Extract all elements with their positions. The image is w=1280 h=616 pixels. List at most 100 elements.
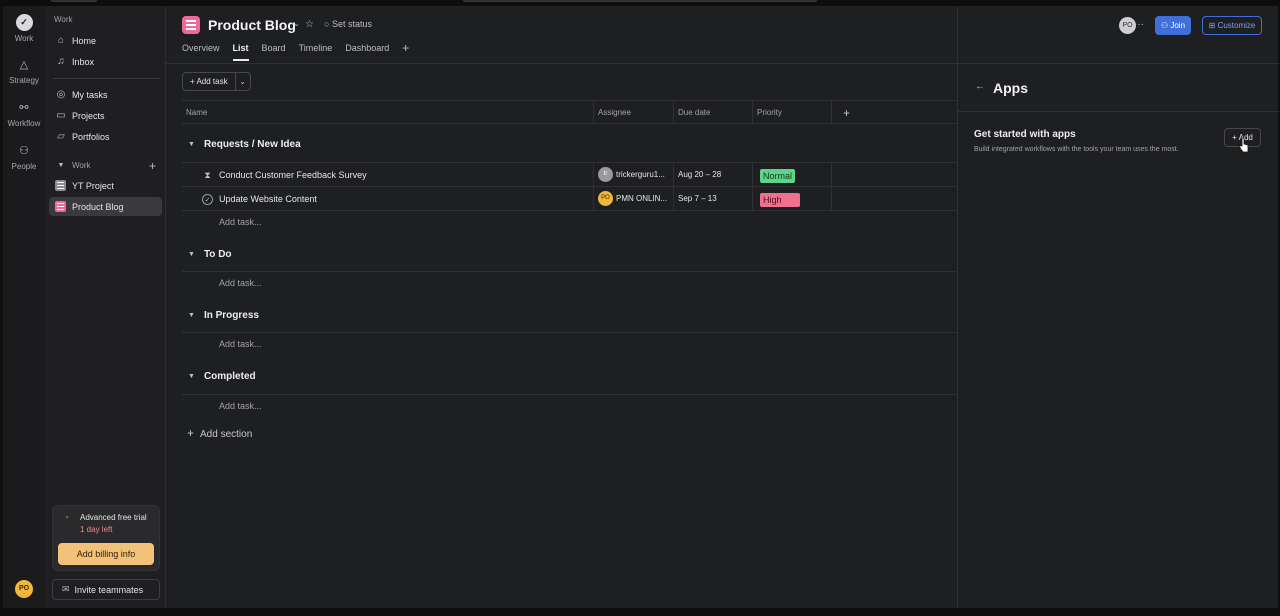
section-header[interactable]: ▼ Requests / New Idea [182, 139, 301, 150]
cell-divider [673, 187, 674, 211]
home-icon: ⌂ [57, 35, 65, 46]
add-task-button[interactable]: + Add task [183, 73, 236, 90]
table-row[interactable]: ✓ Update Website Content PO PMN ONLIN... … [182, 187, 957, 211]
customize-button[interactable]: ⊞ Customize [1202, 16, 1262, 35]
check-circle-icon[interactable]: ✓ [202, 194, 213, 205]
rail-item-people[interactable]: ⚇ People [3, 143, 45, 171]
apps-description: Build integrated workflows with the tool… [974, 146, 1179, 153]
caret-down-icon: ▼ [57, 162, 65, 169]
tab-timeline[interactable]: Timeline [299, 43, 333, 59]
rail-item-strategy[interactable]: △ Strategy [3, 57, 45, 85]
invite-teammates-button[interactable]: ✉ Invite teammates [52, 579, 160, 600]
add-task-inline[interactable]: Add task... [219, 401, 262, 411]
sidebar-item-portfolios[interactable]: ▱ Portfolios [49, 127, 162, 146]
add-task-dropdown[interactable]: ⌄ [236, 73, 250, 90]
project-header: Product Blog ⌄ ☆ ○ Set status Overview L… [166, 6, 957, 64]
status-circle-icon: ○ [324, 19, 330, 29]
add-section-button[interactable]: + Add section [187, 426, 252, 440]
section-header[interactable]: ▼ Completed [182, 371, 256, 382]
rail-item-workflow[interactable]: ⚯ Workflow [3, 100, 45, 128]
cell-divider [673, 163, 674, 187]
task-priority[interactable]: Normal [760, 163, 796, 187]
add-task-label: Add task [196, 77, 228, 86]
avatar[interactable]: PO [15, 580, 33, 598]
task-assignee[interactable]: tr trickerguru1... [598, 163, 665, 187]
join-button[interactable]: ⚇ Join [1155, 16, 1191, 35]
folder-icon: ▱ [57, 131, 65, 142]
sidebar-item-product-blog[interactable]: Product Blog [49, 197, 162, 216]
add-task-group: + Add task ⌄ [182, 72, 251, 91]
window-tab[interactable] [50, 0, 98, 2]
rail-label: Work [14, 34, 34, 43]
trial-title: Advanced free trial [80, 513, 147, 522]
clock-icon: ◔ [64, 513, 69, 522]
caret-down-icon: ▼ [188, 251, 195, 258]
caret-down-icon: ▼ [188, 312, 195, 319]
tab-overview[interactable]: Overview [182, 43, 220, 59]
sidebar-item-label: Portfolios [72, 131, 110, 142]
column-due-date[interactable]: Due date [673, 100, 752, 124]
grid-icon: ⊞ [1208, 21, 1218, 30]
cell-divider [593, 163, 594, 187]
check-circle-icon: ✓ [15, 14, 33, 31]
view-tabs: Overview List Board Timeline Dashboard + [182, 42, 409, 61]
sidebar-item-label: Home [72, 35, 97, 46]
tab-list[interactable]: List [232, 43, 249, 61]
caret-down-icon: ▼ [188, 141, 195, 148]
sidebar-item-projects[interactable]: ▭ Projects [49, 106, 162, 125]
add-column-button[interactable]: + [831, 100, 957, 124]
set-status-button[interactable]: ○ Set status [324, 19, 372, 29]
add-billing-button[interactable]: Add billing info [58, 543, 154, 565]
section-title: Completed [203, 371, 256, 382]
add-task-inline[interactable]: Add task... [219, 278, 262, 288]
more-icon[interactable]: ··· [1134, 17, 1149, 34]
cell-divider [593, 187, 594, 211]
rail-item-work[interactable]: ✓ Work [3, 14, 45, 43]
sidebar-item-my-tasks[interactable]: ◎ My tasks [49, 85, 162, 104]
column-name[interactable]: Name [182, 100, 593, 124]
page-title[interactable]: Product Blog [208, 17, 296, 33]
triangle-icon: △ [19, 59, 29, 71]
sidebar-team-header[interactable]: ▼ Work + [49, 156, 162, 175]
hand-cursor-icon [1239, 137, 1249, 153]
task-due-date[interactable]: Aug 20 – 28 [678, 163, 721, 187]
task-due-date[interactable]: Sep 7 – 13 [678, 187, 717, 211]
rail-label: Strategy [9, 76, 39, 85]
sidebar-item-yt-project[interactable]: YT Project [49, 176, 162, 195]
add-task-inline[interactable]: Add task... [219, 339, 262, 349]
cell-divider [831, 187, 832, 211]
column-assignee[interactable]: Assignee [593, 100, 673, 124]
avatar: tr [598, 167, 613, 183]
section-header[interactable]: ▼ To Do [182, 249, 232, 260]
task-priority[interactable]: High [760, 187, 800, 211]
address-bar[interactable] [462, 0, 818, 2]
sidebar-item-inbox[interactable]: ♫ Inbox [49, 52, 162, 71]
section-divider [182, 394, 957, 395]
tab-board[interactable]: Board [262, 43, 286, 59]
sidebar-item-label: YT Project [72, 180, 114, 191]
join-label: Join [1170, 21, 1186, 30]
add-project-icon[interactable]: + [149, 159, 156, 173]
tab-dashboard[interactable]: Dashboard [345, 43, 389, 59]
column-priority[interactable]: Priority [752, 100, 831, 124]
back-arrow-icon[interactable]: ← [975, 81, 985, 92]
hourglass-icon: ⧗ [204, 170, 211, 180]
bell-icon: ♫ [57, 56, 65, 67]
sidebar-item-label: Product Blog [72, 201, 124, 212]
apps-title: Apps [993, 80, 1028, 96]
chevron-down-icon[interactable]: ⌄ [293, 19, 300, 28]
task-name[interactable]: Conduct Customer Feedback Survey [219, 163, 367, 187]
task-name[interactable]: Update Website Content [219, 187, 317, 211]
add-task-inline[interactable]: Add task... [219, 217, 262, 227]
section-header[interactable]: ▼ In Progress [182, 310, 259, 321]
add-tab-icon[interactable]: + [402, 42, 409, 59]
table-row[interactable]: ⧗ Conduct Customer Feedback Survey tr tri… [182, 163, 957, 187]
sidebar-item-label: My tasks [72, 89, 108, 100]
task-assignee[interactable]: PO PMN ONLIN... [598, 187, 667, 211]
star-icon[interactable]: ☆ [305, 19, 314, 30]
sidebar-team-label: Work [72, 161, 91, 170]
main-content: Product Blog ⌄ ☆ ○ Set status Overview L… [166, 6, 957, 608]
people-icon: ⚇ [1160, 21, 1171, 30]
sidebar-item-home[interactable]: ⌂ Home [49, 31, 162, 50]
assignee-name: trickerguru1... [616, 170, 665, 179]
